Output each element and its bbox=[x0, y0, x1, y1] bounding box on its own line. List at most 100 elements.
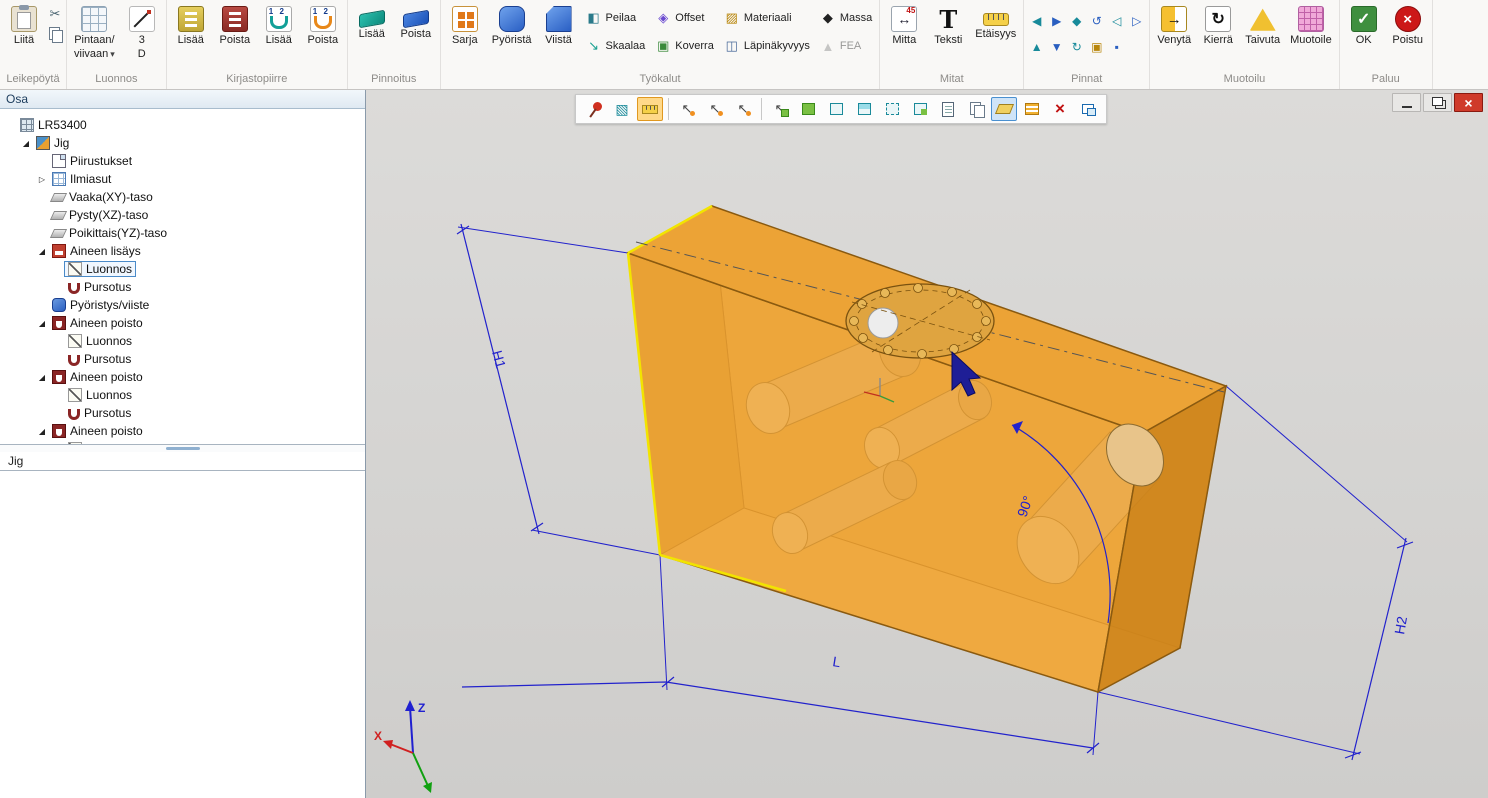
bend-button[interactable]: Taivuta bbox=[1241, 2, 1284, 48]
close-button[interactable]: × bbox=[1454, 93, 1483, 112]
viewport-tool-wire-box-left[interactable] bbox=[823, 97, 849, 121]
paste-button[interactable]: Liitä bbox=[3, 2, 45, 48]
prev-face-icon[interactable]: ◁ bbox=[1107, 8, 1126, 34]
viewport-tool-wire-box-dashed[interactable] bbox=[879, 97, 905, 121]
tree-item-luonnos-12[interactable]: Luonnos bbox=[0, 332, 365, 350]
offset-button[interactable]: ◈ Offset bbox=[651, 5, 718, 31]
text-button[interactable]: T Teksti bbox=[927, 2, 969, 48]
tree-item-pursotus-16[interactable]: Pursotus bbox=[0, 404, 365, 422]
tree-item-aineen-poisto-11[interactable]: ◢Aineen poisto bbox=[0, 314, 365, 332]
apply-face-icon[interactable]: ▪ bbox=[1107, 34, 1126, 60]
tree-collapsed-arrow-icon[interactable]: ▷ bbox=[36, 175, 48, 184]
rotate-ccw-icon[interactable]: ↻ bbox=[1067, 34, 1086, 60]
sketch-3d-button[interactable]: 3 D bbox=[121, 2, 163, 62]
tree-item-ilmiasut-3[interactable]: ▷Ilmiasut bbox=[0, 170, 365, 188]
fillet-button[interactable]: Pyöristä bbox=[488, 2, 536, 48]
viewport-tool-select-window[interactable]: ▧ bbox=[609, 97, 635, 121]
viewport-tool-snap-face[interactable]: ↖ bbox=[730, 97, 756, 121]
distance-button[interactable]: Etäisyys bbox=[971, 2, 1020, 42]
viewport-tool-wire-box-top[interactable] bbox=[851, 97, 877, 121]
top-boss-circle[interactable] bbox=[846, 284, 994, 359]
tree-item-piirustukset-2[interactable]: Piirustukset bbox=[0, 152, 365, 170]
tree-expanded-arrow-icon[interactable]: ◢ bbox=[20, 139, 32, 148]
library-delete-numbered-button[interactable]: 1 2 Poista bbox=[302, 2, 344, 48]
viewport-tool-feature-list[interactable] bbox=[935, 97, 961, 121]
stretch-label: Venytä bbox=[1157, 34, 1191, 46]
tree-item-pursotus-9[interactable]: Pursotus bbox=[0, 278, 365, 296]
face-up-icon[interactable]: ▲ bbox=[1027, 34, 1046, 60]
sketch-icon bbox=[68, 442, 82, 444]
viewport-tool-snap-nearest[interactable]: ↖ bbox=[674, 97, 700, 121]
copy-icon[interactable] bbox=[47, 26, 63, 42]
transparency-icon: ◫ bbox=[724, 38, 740, 54]
viewport-tool-copy-sheets[interactable] bbox=[963, 97, 989, 121]
rotate-cw-icon[interactable]: ↺ bbox=[1087, 8, 1106, 34]
tree-item-pysty-xz-taso-5[interactable]: Pysty(XZ)-taso bbox=[0, 206, 365, 224]
coating-delete-button[interactable]: Poista bbox=[395, 2, 437, 42]
group-label-tools: Työkalut bbox=[444, 71, 877, 89]
tree-item-aineen-lis-ys-7[interactable]: ◢Aineen lisäys bbox=[0, 242, 365, 260]
scene-canvas[interactable]: H1 L H2 90° Z X bbox=[366, 90, 1488, 798]
ok-button[interactable]: ✓ OK bbox=[1343, 2, 1385, 48]
mremove-icon bbox=[52, 370, 66, 384]
sketch-on-surface-button[interactable]: Pintaan/ viivaan bbox=[70, 2, 119, 62]
tree-expanded-arrow-icon[interactable]: ◢ bbox=[36, 373, 48, 382]
tree-item-jig-1[interactable]: ◢Jig bbox=[0, 134, 365, 152]
viewport-tool-print-rows[interactable] bbox=[1019, 97, 1045, 121]
tree-item-vaaka-xy-taso-4[interactable]: Vaaka(XY)-taso bbox=[0, 188, 365, 206]
minimize-button[interactable] bbox=[1392, 93, 1421, 112]
application-window: Liitä ✂ Leikepöytä Pintaan/ viivaan 3 bbox=[0, 0, 1488, 798]
library-add-numbered-button[interactable]: 1 2 Lisää bbox=[258, 2, 300, 48]
mirror-button[interactable]: ◧ Peilaa bbox=[582, 5, 650, 31]
twist-button[interactable]: ↻ Kierrä bbox=[1197, 2, 1239, 48]
viewport-tool-pin[interactable] bbox=[581, 97, 607, 121]
save-face-icon[interactable]: ▣ bbox=[1087, 34, 1106, 60]
tree-item-pursotus-13[interactable]: Pursotus bbox=[0, 350, 365, 368]
mirror-right-icon[interactable]: ▶ bbox=[1047, 8, 1066, 34]
face-down-icon[interactable]: ▼ bbox=[1047, 34, 1066, 60]
tree-item-label: Piirustukset bbox=[70, 154, 132, 168]
tree-item-aineen-poisto-17[interactable]: ◢Aineen poisto bbox=[0, 422, 365, 440]
viewport-tool-delete[interactable]: × bbox=[1047, 97, 1073, 121]
coating-add-button[interactable]: Lisää bbox=[351, 2, 393, 42]
transparency-button[interactable]: ◫ Läpinäkyvyys bbox=[720, 33, 814, 59]
chamfer-button[interactable]: Viistä bbox=[538, 2, 580, 48]
tree-item-py-ristys-viiste-10[interactable]: Pyöristys/viiste bbox=[0, 296, 365, 314]
tree-item-aineen-poisto-14[interactable]: ◢Aineen poisto bbox=[0, 368, 365, 386]
tree-item-poikittais-yz-taso-6[interactable]: Poikittais(YZ)-taso bbox=[0, 224, 365, 242]
mass-button[interactable]: ◆ Massa bbox=[816, 5, 876, 31]
viewport-tool-measure[interactable] bbox=[637, 97, 663, 121]
tree-expanded-arrow-icon[interactable]: ◢ bbox=[36, 247, 48, 256]
shaded-box-icon bbox=[802, 103, 815, 115]
viewport-tool-snap-point[interactable]: ↖ bbox=[702, 97, 728, 121]
axis-label-x: X bbox=[374, 729, 382, 743]
tree-item-lr53400-0[interactable]: LR53400 bbox=[0, 116, 365, 134]
stretch-button[interactable]: → Venytä bbox=[1153, 2, 1195, 48]
viewport-tool-select-element[interactable]: ↖ bbox=[767, 97, 793, 121]
material-button[interactable]: ▨ Materiaali bbox=[720, 5, 814, 31]
measure-button[interactable]: ↔45 Mitta bbox=[883, 2, 925, 48]
hollow-button[interactable]: ▣ Koverra bbox=[651, 33, 718, 59]
swap-faces-icon[interactable]: ◆ bbox=[1067, 8, 1086, 34]
tree-item-luonnos-8[interactable]: Luonnos bbox=[0, 260, 365, 278]
viewport-tool-export-window[interactable] bbox=[1075, 97, 1101, 121]
mirror-left-icon[interactable]: ◀ bbox=[1027, 8, 1046, 34]
series-button[interactable]: Sarja bbox=[444, 2, 486, 48]
next-face-icon[interactable]: ▷ bbox=[1127, 8, 1146, 34]
scale-button[interactable]: ↘ Skaalaa bbox=[582, 33, 650, 59]
reshape-button[interactable]: Muotoile bbox=[1286, 2, 1336, 48]
tree-item-luonnos-15[interactable]: Luonnos bbox=[0, 386, 365, 404]
exit-button[interactable]: × Poistu bbox=[1387, 2, 1429, 48]
viewport-tool-wire-box-inner[interactable] bbox=[907, 97, 933, 121]
viewport-3d[interactable]: ▧↖↖↖↖× × bbox=[366, 90, 1488, 798]
viewport-tool-shaded-box[interactable] bbox=[795, 97, 821, 121]
restore-button[interactable] bbox=[1423, 93, 1452, 112]
library-delete-button[interactable]: Poista bbox=[214, 2, 256, 48]
tree-expanded-arrow-icon[interactable]: ◢ bbox=[36, 427, 48, 436]
tree-expanded-arrow-icon[interactable]: ◢ bbox=[36, 319, 48, 328]
model-jig-box[interactable] bbox=[628, 206, 1226, 692]
cut-icon[interactable]: ✂ bbox=[47, 6, 63, 22]
panel-splitter[interactable] bbox=[0, 444, 365, 452]
viewport-tool-sketch-plane[interactable] bbox=[991, 97, 1017, 121]
library-add-button[interactable]: Lisää bbox=[170, 2, 212, 48]
